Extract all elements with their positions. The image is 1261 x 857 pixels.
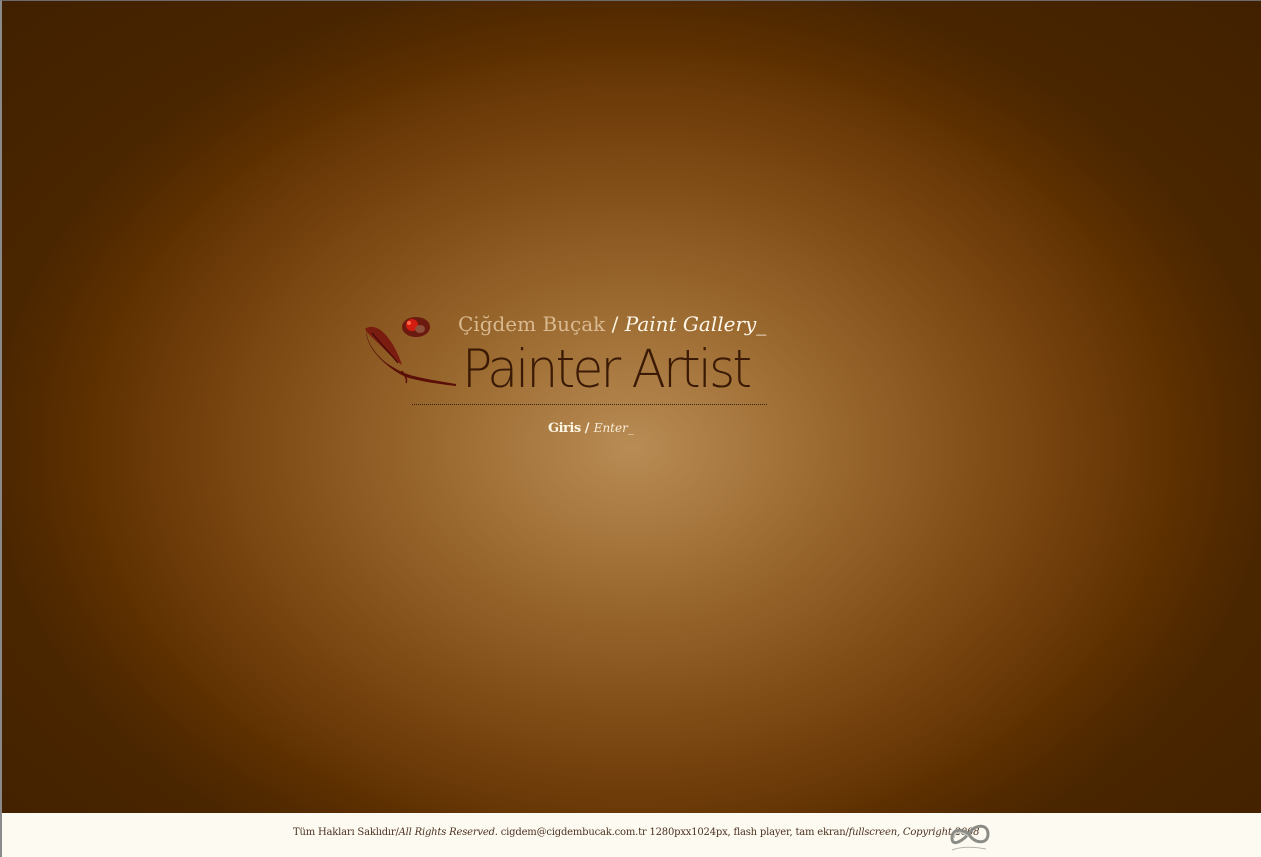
- enter-separator: /: [584, 421, 590, 436]
- divider: [412, 404, 767, 405]
- infinity-logo-icon[interactable]: [946, 816, 994, 854]
- rights-en: All Rights Reserved.: [398, 827, 498, 838]
- splash-stage: Çiğdem Buçak / Paint Gallery_ Painter Ar…: [2, 1, 1261, 813]
- enter-label-tr: Giris: [548, 421, 581, 436]
- artist-name: Çiğdem Buçak: [458, 312, 606, 336]
- headline-separator: /: [611, 312, 619, 336]
- page-title: Painter Artist: [462, 339, 752, 400]
- paintbrush-feather-icon: [365, 317, 456, 386]
- footer-info: Tüm Hakları Saklıdır/All Rights Reserved…: [293, 826, 980, 840]
- footer: Tüm Hakları Saklıdır/All Rights Reserved…: [2, 813, 1261, 857]
- gallery-label: Paint Gallery_: [624, 312, 767, 336]
- resolution-info: 1280pxx1024px, flash player, tam ekran/: [649, 827, 849, 838]
- site-headline: Çiğdem Buçak / Paint Gallery_: [458, 311, 766, 337]
- rights-tr: Tüm Hakları Saklıdır/: [293, 827, 399, 838]
- enter-button[interactable]: Giris / Enter_: [548, 419, 634, 438]
- enter-label-en: Enter_: [593, 421, 634, 435]
- contact-email[interactable]: cigdem@cigdembucak.com.tr: [501, 827, 647, 838]
- fullscreen-label: fullscreen: [848, 827, 898, 838]
